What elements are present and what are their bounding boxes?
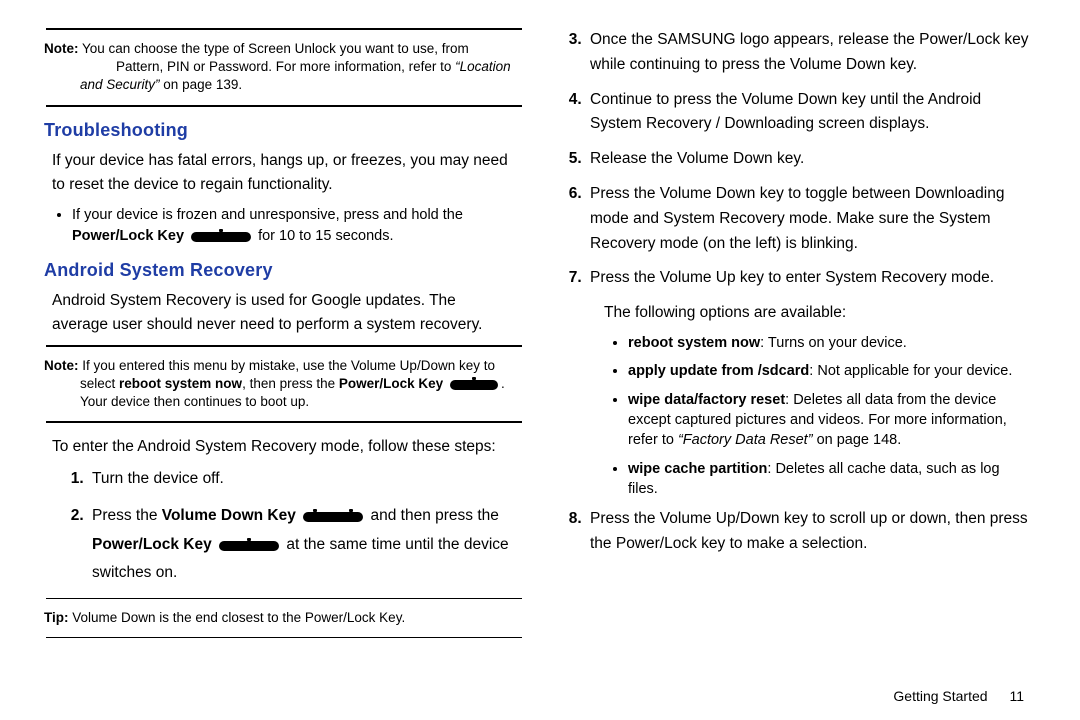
note-text1: You can choose the type of Screen Unlock…: [82, 41, 469, 56]
options-intro: The following options are available:: [604, 301, 1036, 325]
note-text2: Pattern, PIN or Password. For more infor…: [80, 59, 511, 92]
tip-volume-down: Tip: Volume Down is the end closest to t…: [44, 603, 524, 633]
asr-steps-left: Turn the device off. Press the Volume Do…: [68, 467, 524, 588]
step-3: Once the SAMSUNG logo appears, release t…: [586, 28, 1036, 78]
step-1: Turn the device off.: [88, 467, 524, 492]
rule: [46, 28, 522, 30]
rule: [46, 105, 522, 107]
asr-paragraph: Android System Recovery is used for Goog…: [52, 289, 516, 337]
troubleshooting-paragraph: If your device has fatal errors, hangs u…: [52, 149, 516, 197]
volume-down-key-icon: [303, 510, 363, 522]
step-7: Press the Volume Up key to enter System …: [586, 266, 1036, 291]
asr-steps-right-bottom: Press the Volume Up/Down key to scroll u…: [566, 507, 1036, 557]
recovery-options: reboot system now: Turns on your device.…: [610, 333, 1018, 499]
note-label: Note:: [44, 41, 79, 56]
note-screen-unlock: Note: You can choose the type of Screen …: [44, 34, 524, 101]
heading-troubleshooting: Troubleshooting: [44, 117, 524, 145]
opt-wipe-data: wipe data/factory reset: Deletes all dat…: [628, 390, 1018, 451]
enter-asr-intro: To enter the Android System Recovery mod…: [52, 435, 516, 459]
page-footer: Getting Started 11: [893, 688, 1024, 704]
opt-reboot: reboot system now: Turns on your device.: [628, 333, 1018, 353]
footer-page-number: 11: [1009, 688, 1024, 704]
rule: [46, 637, 522, 638]
troubleshooting-bullets: If your device is frozen and unresponsiv…: [52, 205, 524, 247]
left-column: Note: You can choose the type of Screen …: [44, 24, 524, 710]
asr-steps-right-top: Once the SAMSUNG logo appears, release t…: [566, 28, 1036, 291]
step-6: Press the Volume Down key to toggle betw…: [586, 182, 1036, 256]
note-mistake: Note: If you entered this menu by mistak…: [44, 351, 524, 418]
opt-wipe-cache: wipe cache partition: Deletes all cache …: [628, 459, 1018, 500]
right-column: Once the SAMSUNG logo appears, release t…: [548, 24, 1036, 710]
rule: [46, 421, 522, 423]
rule: [46, 345, 522, 347]
power-lock-key-icon: [191, 230, 251, 242]
step-2: Press the Volume Down Key and then press…: [88, 502, 524, 588]
step-5: Release the Volume Down key.: [586, 147, 1036, 172]
power-lock-key-icon: [219, 539, 279, 551]
manual-page: Note: You can choose the type of Screen …: [0, 0, 1080, 720]
opt-apply-update: apply update from /sdcard: Not applicabl…: [628, 361, 1018, 381]
rule: [46, 598, 522, 599]
footer-section: Getting Started: [893, 688, 987, 704]
step-8: Press the Volume Up/Down key to scroll u…: [586, 507, 1036, 557]
heading-android-system-recovery: Android System Recovery: [44, 257, 524, 285]
step-4: Continue to press the Volume Down key un…: [586, 88, 1036, 138]
power-lock-key-icon: [450, 378, 498, 390]
bullet-frozen-device: If your device is frozen and unresponsiv…: [72, 205, 524, 247]
